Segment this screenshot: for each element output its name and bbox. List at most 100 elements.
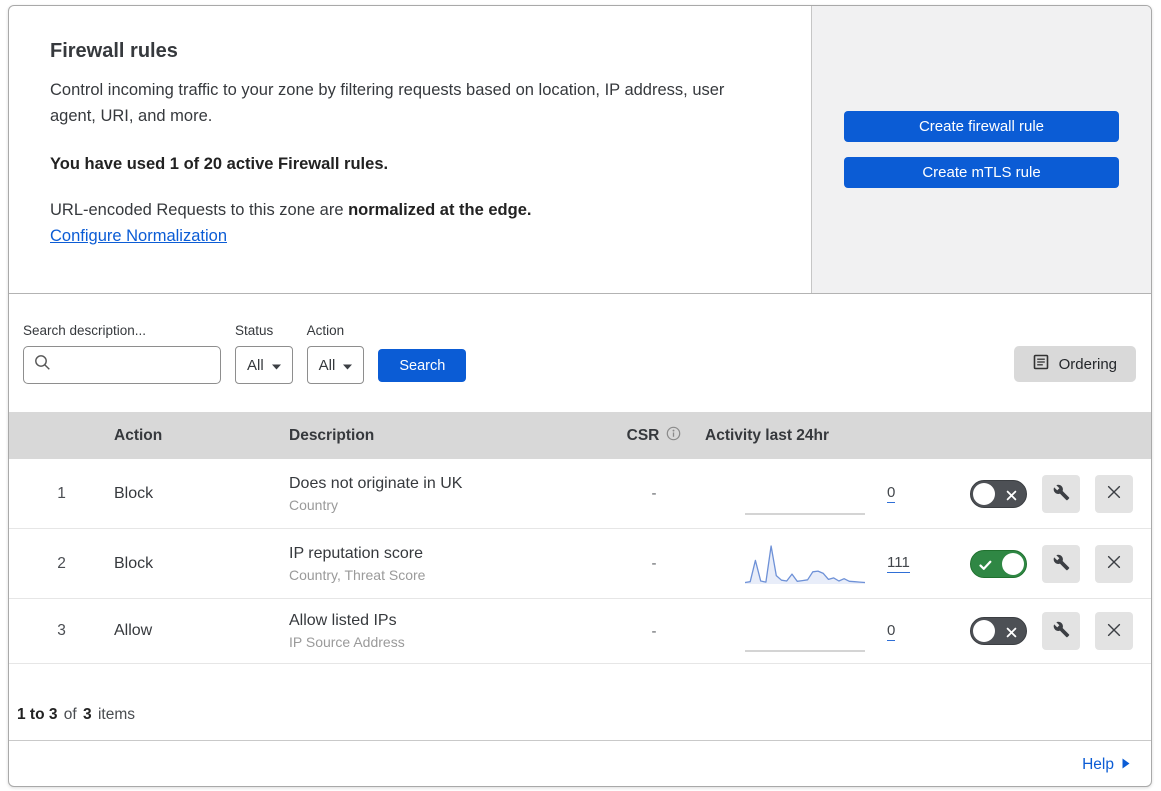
csr-value: - (651, 485, 657, 502)
ordering-button[interactable]: Ordering (1013, 346, 1136, 382)
activity-count-link[interactable]: 111 (887, 554, 910, 573)
priority-number: 1 (57, 484, 66, 502)
info-icon[interactable] (666, 426, 681, 446)
pagination-total: 3 (83, 706, 92, 723)
normalization-bold: normalized at the edge. (348, 201, 532, 219)
page-description: Control incoming traffic to your zone by… (50, 81, 725, 125)
firewall-rules-card: Firewall rules Control incoming traffic … (8, 5, 1152, 787)
footer-bar: Help (9, 740, 1151, 786)
rule-match-fields: Country, Threat Score (289, 566, 426, 583)
rule-action: Allow (114, 622, 153, 639)
action-label: Action (306, 323, 345, 338)
x-icon (1006, 626, 1017, 641)
search-input[interactable] (59, 356, 210, 374)
rule-controls (949, 612, 1151, 650)
priority-number: 2 (57, 554, 66, 572)
close-icon (1106, 622, 1122, 641)
enable-toggle[interactable] (970, 479, 1027, 508)
enable-toggle[interactable] (970, 549, 1027, 578)
close-icon (1106, 484, 1122, 503)
actions-panel: Create firewall rule Create mTLS rule (811, 6, 1151, 293)
edit-rule-button[interactable] (1042, 474, 1080, 513)
pagination-of: of (63, 706, 77, 723)
help-link[interactable]: Help (1082, 756, 1130, 774)
rule-controls (949, 474, 1151, 513)
chevron-down-icon (271, 357, 281, 374)
priority-number: 3 (57, 622, 66, 639)
table-header-activity: Activity last 24hr (705, 426, 830, 444)
wrench-icon (1053, 621, 1070, 641)
edit-rule-button[interactable] (1042, 544, 1080, 583)
rule-action: Block (114, 554, 154, 572)
search-description-label: Search description... (23, 323, 147, 338)
search-button[interactable]: Search (378, 349, 467, 382)
action-dropdown-value: All (318, 356, 336, 374)
toggle-knob (973, 620, 995, 642)
create-mtls-rule-button[interactable]: Create mTLS rule (844, 157, 1119, 188)
csr-value: - (651, 622, 657, 640)
activity-count-link[interactable]: 0 (887, 622, 896, 641)
activity-cell: 111 (689, 542, 949, 586)
delete-rule-button[interactable] (1095, 544, 1133, 583)
csr-value: - (651, 555, 657, 572)
help-link-label: Help (1082, 755, 1114, 773)
pagination-items: items (97, 706, 136, 723)
normalization-note: URL-encoded Requests to this zone are no… (50, 201, 771, 220)
ordering-list-icon (1033, 354, 1049, 374)
status-filter-group: Status All (235, 323, 293, 384)
edit-rule-button[interactable] (1042, 612, 1080, 650)
check-icon (979, 559, 992, 574)
search-icon (34, 354, 51, 376)
pagination-bar: 1 to 3 of 3 items (9, 664, 1151, 740)
status-dropdown-value: All (247, 356, 264, 374)
header-section: Firewall rules Control incoming traffic … (9, 6, 1151, 294)
toggle-knob (1002, 552, 1024, 575)
activity-cell: 0 (689, 609, 949, 653)
rule-description-cell: Allow listed IPs IP Source Address (289, 612, 619, 650)
wrench-icon (1053, 484, 1070, 504)
close-icon (1106, 554, 1122, 573)
action-dropdown[interactable]: All (306, 346, 365, 384)
rule-description: IP reputation score (289, 544, 424, 562)
rule-controls (949, 544, 1151, 583)
normalization-prefix: URL-encoded Requests to this zone are (50, 201, 349, 219)
help-arrow-icon (1122, 756, 1130, 774)
chevron-down-icon (343, 357, 353, 374)
create-firewall-rule-button[interactable]: Create firewall rule (844, 111, 1119, 142)
rule-match-fields: Country (289, 496, 339, 513)
table-header-row: Action Description CSR Activity last 24h… (9, 412, 1151, 459)
page-title: Firewall rules (50, 40, 178, 62)
status-label: Status (235, 323, 274, 338)
wrench-icon (1053, 554, 1070, 574)
activity-count-link[interactable]: 0 (887, 484, 896, 503)
delete-rule-button[interactable] (1095, 612, 1133, 650)
activity-sparkline (745, 544, 865, 584)
configure-normalization-link[interactable]: Configure Normalization (50, 227, 227, 245)
enable-toggle[interactable] (970, 617, 1027, 645)
activity-sparkline (745, 650, 865, 652)
rule-row-1: 1 Block Does not originate in UK Country… (9, 459, 1151, 529)
pagination-summary: 1 to 3 of 3 items (15, 706, 135, 724)
csr-header-label: CSR (626, 426, 660, 444)
table-header-description: Description (289, 426, 375, 444)
rule-description: Does not originate in UK (289, 474, 463, 492)
activity-sparkline (745, 512, 865, 515)
rule-row-3: 3 Allow Allow listed IPs IP Source Addre… (9, 599, 1151, 664)
rule-description: Allow listed IPs (289, 612, 397, 629)
search-box (23, 346, 221, 384)
ordering-button-label: Ordering (1058, 355, 1117, 373)
rule-row-2: 2 Block IP reputation score Country, Thr… (9, 529, 1151, 599)
pagination-range: 1 to 3 (17, 706, 58, 723)
activity-cell: 0 (689, 472, 949, 516)
toggle-knob (973, 482, 995, 505)
rule-match-fields: IP Source Address (289, 634, 405, 650)
header-text-area: Firewall rules Control incoming traffic … (9, 6, 811, 293)
table-header-action: Action (114, 426, 163, 444)
action-filter-group: Action All (306, 323, 365, 384)
x-icon (1006, 489, 1017, 504)
rule-description-cell: IP reputation score Country, Threat Scor… (289, 545, 619, 583)
filter-toolbar: Search description... Status All Action … (9, 294, 1151, 412)
delete-rule-button[interactable] (1095, 474, 1133, 513)
status-dropdown[interactable]: All (235, 346, 293, 384)
rule-description-cell: Does not originate in UK Country (289, 475, 619, 513)
